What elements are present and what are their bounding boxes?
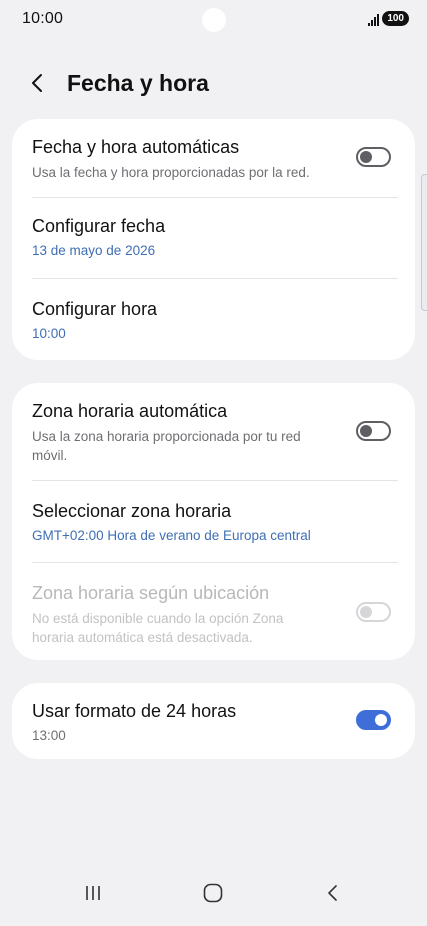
auto-datetime-title: Fecha y hora automáticas <box>32 137 240 157</box>
auto-timezone-subtitle-1: Usa la zona horaria proporcionada por tu… <box>32 429 301 444</box>
select-timezone-title: Seleccionar zona horaria <box>32 501 232 521</box>
select-timezone-row[interactable]: Seleccionar zona horaria GMT+02:00 Hora … <box>12 481 415 562</box>
auto-datetime-toggle[interactable] <box>356 147 391 167</box>
auto-timezone-row[interactable]: Zona horaria automática Usa la zona hora… <box>12 383 415 480</box>
set-time-title: Configurar hora <box>32 299 158 319</box>
format-card: Usar formato de 24 horas 13:00 <box>12 683 415 759</box>
auto-timezone-subtitle-2: móvil. <box>32 448 68 463</box>
home-icon[interactable] <box>198 878 228 908</box>
location-timezone-row: Zona horaria según ubicación No está dis… <box>12 563 415 660</box>
set-date-title: Configurar fecha <box>32 216 166 236</box>
date-time-card: Fecha y hora automáticas Usa la fecha y … <box>12 119 415 360</box>
set-time-value: 10:00 <box>32 326 66 341</box>
navigation-bar <box>0 866 427 926</box>
header: Fecha y hora <box>0 64 427 104</box>
nav-back-icon[interactable] <box>318 878 348 908</box>
set-date-row[interactable]: Configurar fecha 13 de mayo de 2026 <box>12 198 415 278</box>
set-date-value: 13 de mayo de 2026 <box>32 243 156 258</box>
auto-datetime-subtitle: Usa la fecha y hora proporcionadas por l… <box>32 165 310 180</box>
location-timezone-subtitle-1: No está disponible cuando la opción Zona <box>32 611 284 626</box>
status-bar: 10:00 100 <box>0 0 427 40</box>
signal-icon <box>368 12 380 26</box>
select-timezone-value: GMT+02:00 Hora de verano de Europa centr… <box>32 528 311 543</box>
timezone-card: Zona horaria automática Usa la zona hora… <box>12 383 415 660</box>
status-time: 10:00 <box>22 10 64 27</box>
format-24h-title: Usar formato de 24 horas <box>32 701 237 721</box>
auto-timezone-title: Zona horaria automática <box>32 401 228 421</box>
location-timezone-toggle <box>356 602 391 622</box>
chevron-left-icon[interactable] <box>26 71 50 95</box>
page-title: Fecha y hora <box>67 70 209 96</box>
recents-icon[interactable] <box>78 878 108 908</box>
auto-timezone-toggle[interactable] <box>356 421 391 441</box>
format-24h-toggle[interactable] <box>356 710 391 730</box>
auto-datetime-row[interactable]: Fecha y hora automáticas Usa la fecha y … <box>12 119 415 197</box>
location-timezone-title: Zona horaria según ubicación <box>32 583 270 603</box>
format-24h-value: 13:00 <box>32 728 66 743</box>
battery-icon: 100 <box>382 11 409 26</box>
set-time-row[interactable]: Configurar hora 10:00 <box>12 279 415 360</box>
scroll-indicator[interactable] <box>421 174 427 311</box>
location-timezone-subtitle-2: horaria automática está desactivada. <box>32 630 253 645</box>
format-24h-row[interactable]: Usar formato de 24 horas 13:00 <box>12 683 415 759</box>
camera-cutout <box>202 8 226 32</box>
status-icons: 100 <box>368 11 409 26</box>
